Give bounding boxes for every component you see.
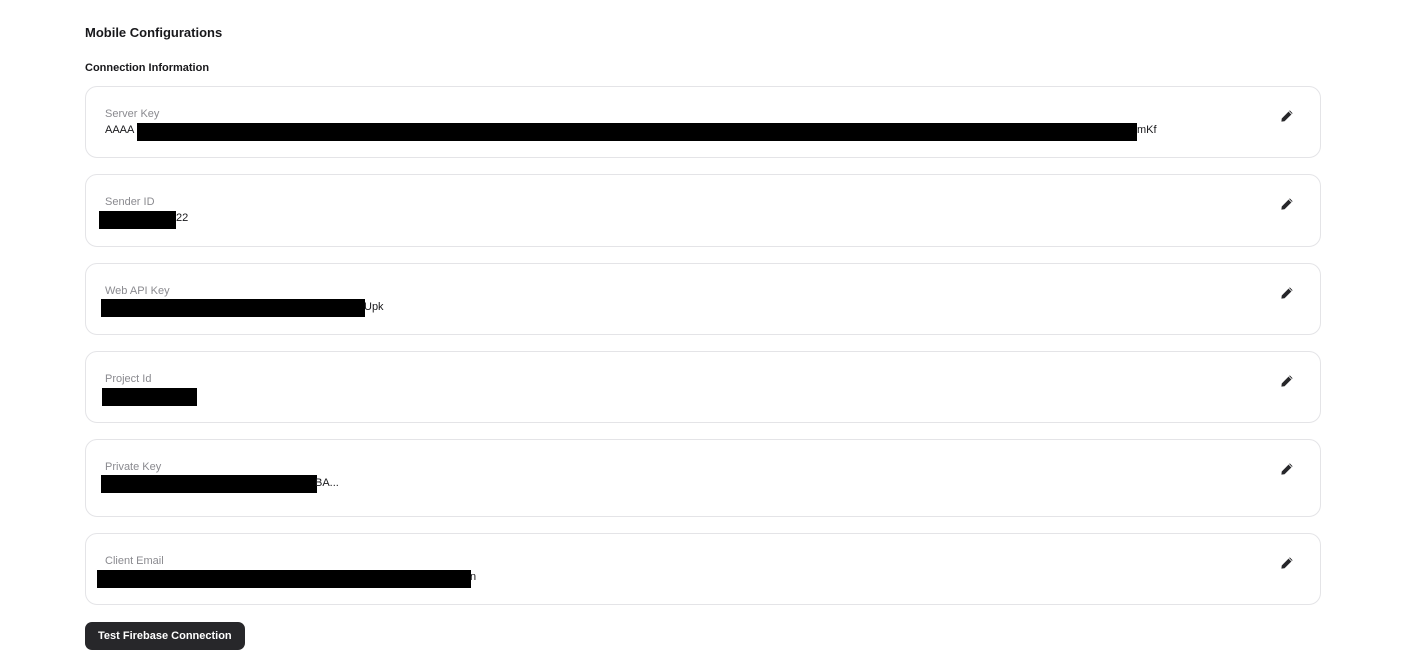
server-key-value: AAAA <box>105 123 134 137</box>
server-key-redaction <box>137 123 1137 141</box>
edit-project-id-button[interactable] <box>1278 372 1296 390</box>
sender-id-redaction <box>99 211 176 229</box>
pencil-icon <box>1281 463 1293 475</box>
pencil-icon <box>1281 110 1293 122</box>
sender-id-label: Sender ID <box>105 196 155 208</box>
client-email-value-suffix: n <box>470 571 477 583</box>
web-api-key-card: Web API Key Upk <box>85 263 1321 335</box>
web-api-key-value-suffix: Upk <box>364 301 384 313</box>
server-key-label: Server Key <box>105 108 160 120</box>
server-key-value-prefix: AAAA <box>105 124 135 136</box>
private-key-card: Private Key BA... <box>85 439 1321 517</box>
client-email-card: Client Email n <box>85 533 1321 605</box>
web-api-key-redaction <box>101 299 365 317</box>
mobile-configurations-page: Mobile Configurations Connection Informa… <box>0 0 1416 672</box>
client-email-label: Client Email <box>105 555 164 567</box>
test-firebase-connection-button[interactable]: Test Firebase Connection <box>85 622 245 650</box>
client-email-redaction <box>97 570 471 588</box>
edit-web-api-key-button[interactable] <box>1278 284 1296 302</box>
private-key-label: Private Key <box>105 461 162 473</box>
page-title: Mobile Configurations <box>85 25 223 40</box>
server-key-value-suffix: mKf <box>1137 124 1157 136</box>
edit-client-email-button[interactable] <box>1278 554 1296 572</box>
edit-server-key-button[interactable] <box>1278 107 1296 125</box>
pencil-icon <box>1281 557 1293 569</box>
server-key-card: Server Key AAAA mKf <box>85 86 1321 158</box>
sender-id-card: Sender ID 22 <box>85 174 1321 247</box>
project-id-label: Project Id <box>105 373 152 385</box>
sender-id-value-suffix: 22 <box>176 212 189 224</box>
pencil-icon <box>1281 375 1293 387</box>
edit-private-key-button[interactable] <box>1278 460 1296 478</box>
pencil-icon <box>1281 287 1293 299</box>
project-id-card: Project Id <box>85 351 1321 423</box>
private-key-value-suffix: BA... <box>315 477 339 489</box>
edit-sender-id-button[interactable] <box>1278 195 1296 213</box>
section-title: Connection Information <box>85 62 210 74</box>
project-id-redaction <box>102 388 197 406</box>
private-key-redaction <box>101 475 317 493</box>
pencil-icon <box>1281 198 1293 210</box>
web-api-key-label: Web API Key <box>105 285 170 297</box>
